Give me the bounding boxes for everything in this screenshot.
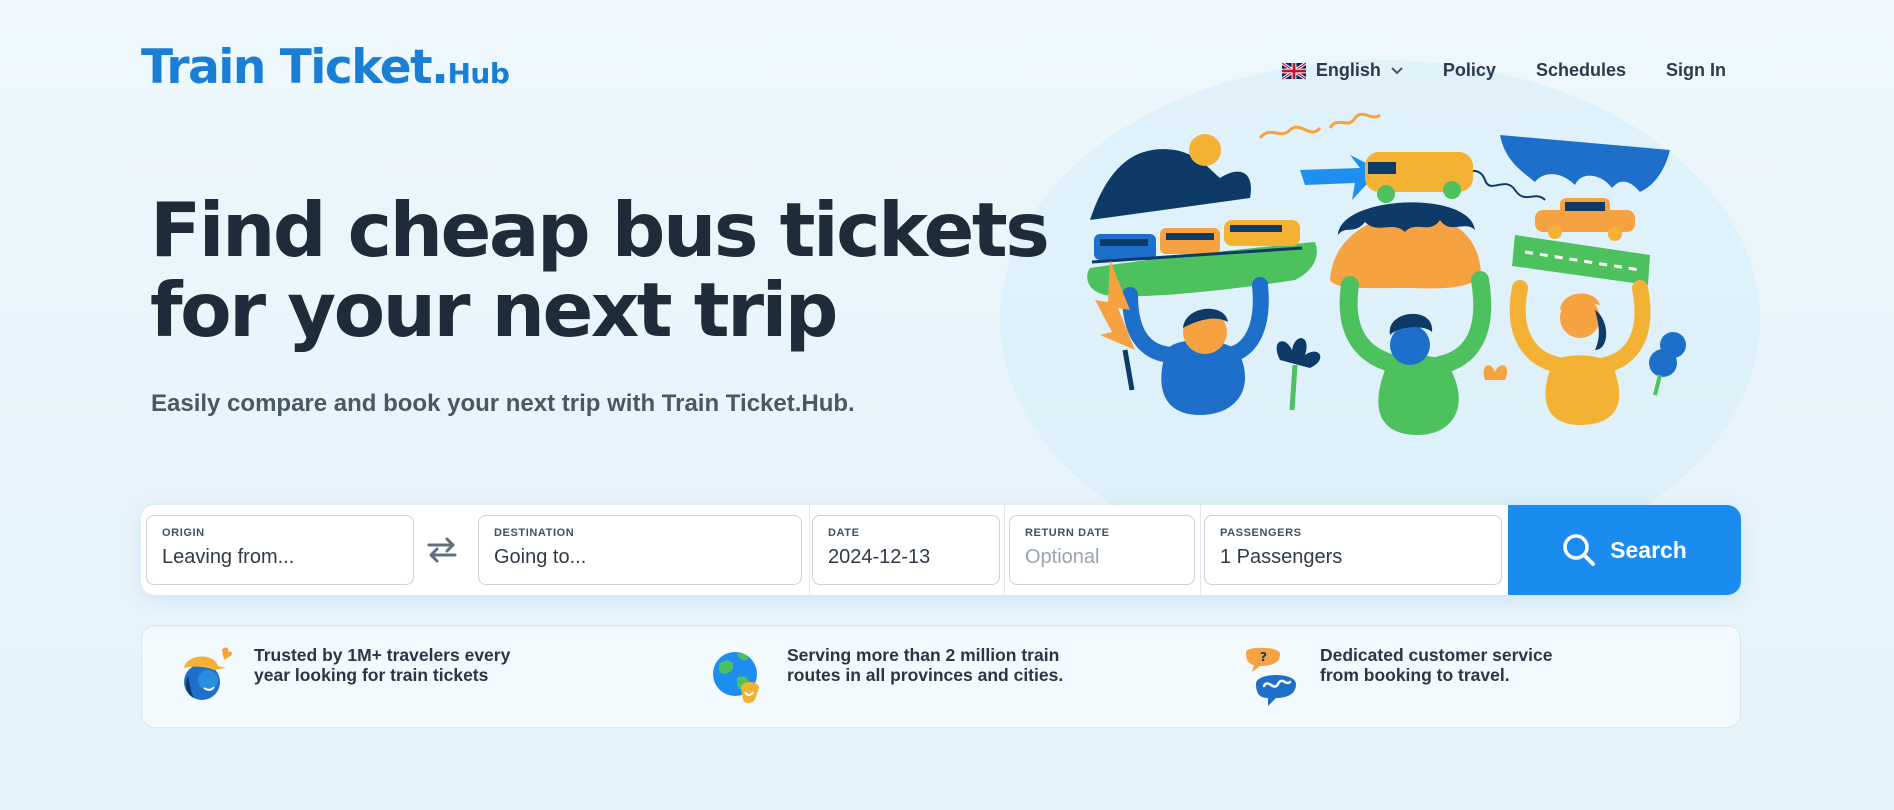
date-label: DATE bbox=[828, 527, 860, 539]
green-road bbox=[1512, 235, 1650, 285]
hero-title: Find cheap bus tickets for your next tri… bbox=[150, 190, 1050, 350]
travelers-illustration bbox=[1087, 112, 1686, 435]
person-center-body bbox=[1378, 355, 1459, 435]
search-button-label: Search bbox=[1610, 536, 1687, 563]
origin-field[interactable]: ORIGIN bbox=[146, 515, 414, 585]
feature-item: Trusted by 1M+ travelers every year look… bbox=[174, 644, 510, 708]
field-divider bbox=[809, 505, 810, 595]
traveler-icon bbox=[184, 647, 232, 700]
mountain-shape bbox=[1090, 149, 1251, 220]
origin-label: ORIGIN bbox=[162, 527, 205, 539]
return-date-field[interactable]: RETURN DATE bbox=[1009, 515, 1195, 585]
flower-shape bbox=[1276, 338, 1321, 368]
swap-button[interactable] bbox=[424, 533, 460, 567]
nav-policy-link[interactable]: Policy bbox=[1443, 60, 1496, 81]
destination-input[interactable] bbox=[494, 546, 785, 569]
top-nav: English Policy Schedules Sign In bbox=[1281, 60, 1726, 81]
hero-title-line-2: for your next trip bbox=[150, 266, 839, 354]
chat-support-icon: ? bbox=[1246, 647, 1296, 706]
swap-arrows-icon bbox=[427, 537, 457, 563]
origin-input[interactable] bbox=[162, 546, 397, 569]
destination-label: DESTINATION bbox=[494, 527, 575, 539]
uk-flag-icon bbox=[1281, 61, 1306, 80]
date-field[interactable]: DATE bbox=[812, 515, 1000, 585]
hero-subtitle: Easily compare and book your next trip w… bbox=[151, 390, 855, 417]
logo[interactable]: Train Ticket. Hub bbox=[141, 40, 510, 95]
field-divider bbox=[1200, 505, 1201, 595]
feature-item: Serving more than 2 million train routes… bbox=[707, 644, 1063, 708]
feature-text: Trusted by 1M+ travelers every year look… bbox=[254, 645, 511, 685]
svg-text:?: ? bbox=[1260, 650, 1267, 664]
features-strip: Trusted by 1M+ travelers every year look… bbox=[141, 625, 1741, 728]
return-date-label: RETURN DATE bbox=[1025, 527, 1110, 539]
logo-main-text: Train Ticket bbox=[141, 40, 433, 95]
passengers-label: PASSENGERS bbox=[1220, 527, 1302, 539]
blue-wave bbox=[1500, 135, 1670, 192]
field-divider bbox=[1004, 505, 1005, 595]
person-right-body bbox=[1545, 355, 1620, 425]
search-button[interactable]: Search bbox=[1508, 505, 1741, 595]
person-center-head bbox=[1390, 325, 1430, 365]
feature-text: Serving more than 2 million train routes… bbox=[787, 645, 1064, 685]
chevron-down-icon bbox=[1391, 66, 1403, 74]
passengers-field[interactable]: PASSENGERS bbox=[1204, 515, 1502, 585]
language-label: English bbox=[1315, 60, 1381, 80]
nav-schedules-link[interactable]: Schedules bbox=[1536, 60, 1626, 81]
sun-shape bbox=[1189, 134, 1221, 166]
search-icon bbox=[1563, 534, 1596, 566]
logo-dot: . bbox=[431, 40, 449, 95]
nav-sign-in-link[interactable]: Sign In bbox=[1666, 60, 1726, 81]
logo-sub-text: Hub bbox=[447, 57, 510, 90]
feature-item: ? Dedicated customer service from bookin… bbox=[1240, 644, 1552, 708]
hero-title-line-1: Find cheap bus tickets bbox=[150, 186, 1050, 274]
feature-text: Dedicated customer service from booking … bbox=[1320, 645, 1553, 685]
date-input[interactable] bbox=[828, 546, 983, 569]
globe-icon bbox=[713, 652, 759, 703]
passengers-input[interactable] bbox=[1220, 546, 1485, 569]
language-selector[interactable]: English bbox=[1281, 60, 1403, 81]
return-date-input[interactable] bbox=[1025, 546, 1178, 569]
search-bar: ORIGIN DESTINATION DATE RETURN DATE PASS… bbox=[141, 505, 1741, 595]
destination-field[interactable]: DESTINATION bbox=[478, 515, 802, 585]
